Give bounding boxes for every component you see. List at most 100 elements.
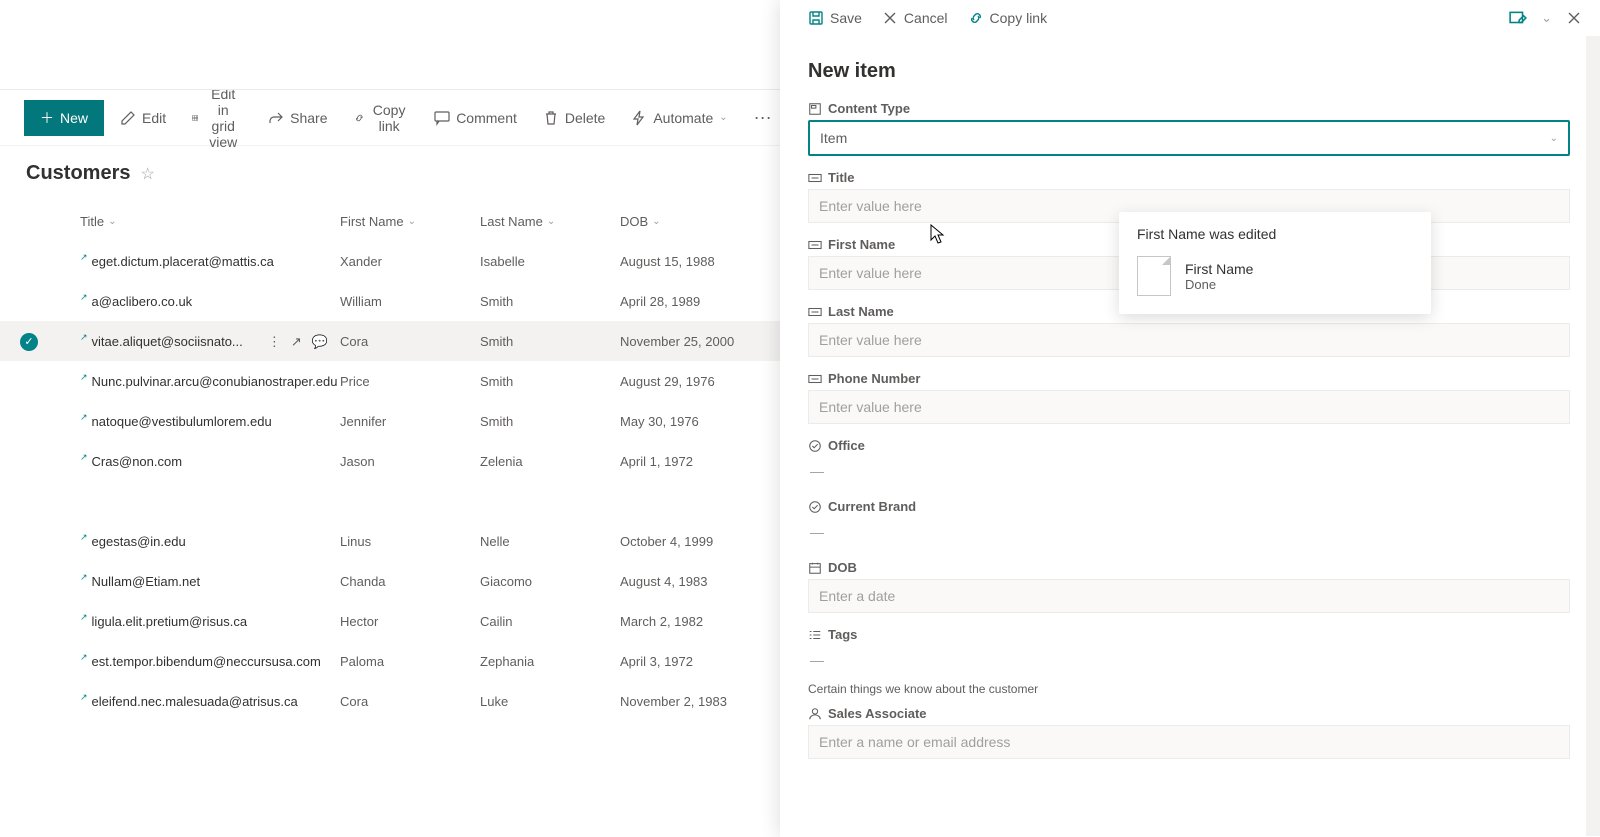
lastname-input[interactable] (808, 323, 1570, 357)
plus-icon: ＋ (40, 108, 54, 128)
save-label: Save (830, 10, 862, 26)
row-lastname: Luke (480, 694, 620, 709)
col-firstname[interactable]: First Name⌄ (340, 214, 480, 229)
row-share-icon[interactable]: ↗ (291, 334, 302, 350)
row-title[interactable]: ↗a@aclibero.co.uk (80, 294, 340, 309)
panel-copylink-label: Copy link (990, 10, 1048, 26)
table-row[interactable]: ✓↗vitae.aliquet@sociisnato...⋮↗💬CoraSmit… (0, 321, 780, 361)
comment-button[interactable]: Comment (424, 104, 527, 132)
copy-link-button[interactable]: Copy link (344, 96, 419, 140)
field-content-type: Content Type Item ⌄ (808, 101, 1570, 156)
row-dob: April 28, 1989 (620, 294, 780, 309)
table-row[interactable]: ↗est.tempor.bibendum@neccursusa.comPalom… (0, 641, 780, 681)
table-row[interactable]: ↗eget.dictum.placerat@mattis.caXanderIsa… (0, 241, 780, 281)
phone-input[interactable] (808, 390, 1570, 424)
row-title[interactable]: ↗Nunc.pulvinar.arcu@conubianostraper.edu (80, 374, 340, 389)
table-row[interactable]: ↗Nullam@Etiam.netChandaGiacomoAugust 4, … (0, 561, 780, 601)
table-row[interactable]: ↗eleifend.nec.malesuada@atrisus.caCoraLu… (0, 681, 780, 721)
field-brand: Current Brand — (808, 499, 1570, 546)
field-dob: DOB (808, 560, 1570, 613)
row-title[interactable]: ↗eget.dictum.placerat@mattis.ca (80, 254, 340, 269)
row-firstname: Chanda (340, 574, 480, 589)
selected-check-icon[interactable]: ✓ (20, 333, 38, 351)
table-row[interactable]: ↗ligula.elit.pretium@risus.caHectorCaili… (0, 601, 780, 641)
content-type-value: Item (820, 130, 847, 146)
row-title[interactable]: ↗Cras@non.com (80, 454, 340, 469)
tags-value[interactable]: — (808, 646, 1570, 674)
choice-icon (808, 439, 822, 453)
cancel-label: Cancel (904, 10, 948, 26)
link-icon (354, 110, 365, 126)
share-indicator-icon: ↗ (80, 412, 88, 423)
row-title[interactable]: ↗natoque@vestibulumlorem.edu (80, 414, 340, 429)
share-button[interactable]: Share (258, 104, 337, 132)
col-dob[interactable]: DOB⌄ (620, 214, 780, 229)
document-icon (1137, 256, 1171, 296)
row-lastname: Nelle (480, 534, 620, 549)
row-title[interactable]: ↗vitae.aliquet@sociisnato...⋮↗💬 (80, 334, 340, 350)
share-indicator-icon: ↗ (80, 332, 88, 343)
automate-button[interactable]: Automate ⌄ (621, 104, 737, 132)
chevron-down-icon: ⌄ (547, 216, 555, 227)
row-dob: August 29, 1976 (620, 374, 780, 389)
panel-cancel-button[interactable]: Cancel (872, 6, 958, 30)
dob-input[interactable] (808, 579, 1570, 613)
field-tags: Tags — (808, 627, 1570, 674)
share-indicator-icon: ↗ (80, 452, 88, 463)
new-button[interactable]: ＋ New (24, 100, 104, 136)
tags-icon (808, 628, 822, 642)
share-indicator-icon: ↗ (80, 252, 88, 263)
close-panel-icon[interactable] (1566, 10, 1582, 26)
label-sales: Sales Associate (808, 706, 1570, 721)
text-icon (808, 238, 822, 252)
brand-value[interactable]: — (808, 518, 1570, 546)
table-row[interactable]: ↗egestas@in.eduLinusNelleOctober 4, 1999 (0, 521, 780, 561)
table-row[interactable]: ↗Cras@non.comJasonZeleniaApril 1, 1972 (0, 441, 780, 481)
row-comment-icon[interactable]: 💬 (312, 334, 328, 350)
share-icon (268, 110, 284, 126)
edit-grid-button[interactable]: Edit in grid view (182, 80, 252, 156)
popover-item[interactable]: First Name Done (1137, 256, 1413, 296)
choice-icon (808, 500, 822, 514)
chevron-down-icon[interactable]: ⌄ (1541, 10, 1552, 26)
row-menu-icon[interactable]: ⋮ (268, 334, 281, 350)
office-value[interactable]: — (808, 457, 1570, 485)
row-firstname: Cora (340, 694, 480, 709)
table: Title⌄ First Name⌄ Last Name⌄ DOB⌄ ↗eget… (0, 193, 780, 721)
panel-save-button[interactable]: Save (798, 6, 872, 30)
field-office: Office — (808, 438, 1570, 485)
row-title[interactable]: ↗egestas@in.edu (80, 534, 340, 549)
panel-heading: New item (808, 60, 1570, 83)
row-lastname: Cailin (480, 614, 620, 629)
row-lastname: Smith (480, 294, 620, 309)
field-sales: Sales Associate (808, 706, 1570, 759)
table-row[interactable]: ↗a@aclibero.co.ukWilliamSmithApril 28, 1… (0, 281, 780, 321)
col-title[interactable]: Title⌄ (80, 214, 340, 229)
comment-icon (434, 110, 450, 126)
date-icon (808, 561, 822, 575)
row-title[interactable]: ↗eleifend.nec.malesuada@atrisus.ca (80, 694, 340, 709)
col-lastname[interactable]: Last Name⌄ (480, 214, 620, 229)
grid-icon (192, 110, 198, 126)
list-title-row: Customers ☆ (0, 146, 780, 193)
sales-input[interactable] (808, 725, 1570, 759)
share-label: Share (290, 110, 327, 126)
label-phone: Phone Number (808, 371, 1570, 386)
row-title[interactable]: ↗Nullam@Etiam.net (80, 574, 340, 589)
favorite-star-icon[interactable]: ☆ (140, 164, 154, 184)
overflow-menu[interactable]: ··· (744, 107, 782, 128)
content-type-dropdown[interactable]: Item ⌄ (808, 120, 1570, 156)
panel-body: New item Content Type Item ⌄ Title First… (780, 36, 1600, 837)
row-title[interactable]: ↗ligula.elit.pretium@risus.ca (80, 614, 340, 629)
form-edit-icon[interactable] (1509, 9, 1527, 27)
share-indicator-icon: ↗ (80, 292, 88, 303)
chevron-down-icon: ⌄ (1550, 133, 1558, 144)
table-row[interactable]: ↗Nunc.pulvinar.arcu@conubianostraper.edu… (0, 361, 780, 401)
delete-button[interactable]: Delete (533, 104, 615, 132)
panel-copylink-button[interactable]: Copy link (958, 6, 1058, 30)
row-title[interactable]: ↗est.tempor.bibendum@neccursusa.com (80, 654, 340, 669)
panel-scrollbar[interactable] (1586, 36, 1600, 836)
label-dob: DOB (808, 560, 1570, 575)
table-row[interactable]: ↗natoque@vestibulumlorem.eduJenniferSmit… (0, 401, 780, 441)
edit-button[interactable]: Edit (110, 104, 176, 132)
